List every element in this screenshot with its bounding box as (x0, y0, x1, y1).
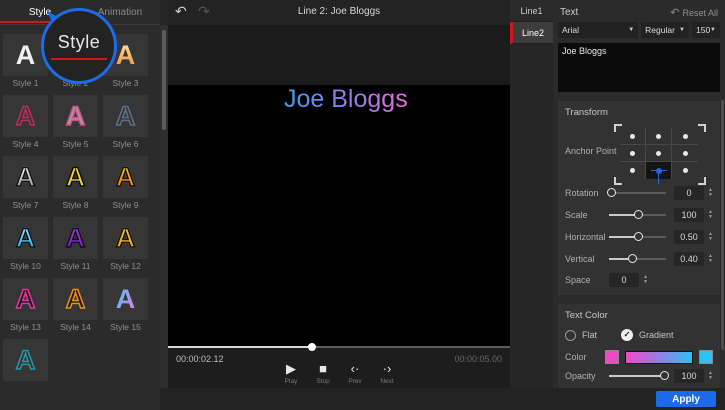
gradient-bar[interactable] (625, 351, 693, 364)
reset-all-button[interactable]: ↶Reset All (670, 6, 718, 19)
line-item-line2[interactable]: Line2 (510, 22, 553, 44)
vertical-slider[interactable] (609, 258, 666, 260)
style-tile[interactable]: A Style 15 (103, 272, 148, 333)
space-spinner[interactable] (643, 275, 648, 285)
opacity-row: Opacity 100 (565, 366, 713, 386)
scale-row: Scale 100 (565, 205, 713, 225)
inspector-title: Text (560, 7, 578, 18)
text-color-heading: Text Color (565, 310, 713, 321)
style-tile[interactable]: A Style 9 (103, 150, 148, 211)
anchor-top-left[interactable] (620, 128, 646, 145)
opacity-spinner[interactable] (708, 371, 713, 381)
reset-icon: ↶ (670, 7, 679, 19)
horizontal-value[interactable]: 0.50 (674, 230, 704, 244)
vertical-value[interactable]: 0.40 (674, 252, 704, 266)
vertical-row: Vertical 0.40 (565, 249, 713, 269)
scrollbar-thumb[interactable] (162, 30, 166, 130)
next-button[interactable]: ·› Next (378, 362, 396, 385)
style-tile[interactable]: A (3, 333, 48, 394)
preview-letterbox (168, 25, 510, 85)
scale-slider[interactable] (609, 214, 666, 216)
preview-text: Joe Bloggs (284, 85, 408, 114)
preview-area: ↶ ↷ Line 2: Joe Bloggs Joe Bloggs 00:00:… (168, 0, 510, 390)
opacity-slider[interactable] (609, 375, 666, 377)
playhead-handle[interactable] (308, 343, 316, 351)
style-tile[interactable]: A Style 14 (53, 272, 98, 333)
inspector-scrollbar[interactable] (721, 100, 724, 350)
preview-title: Line 2: Joe Bloggs (168, 6, 510, 17)
chevron-down-icon: ▼ (710, 27, 716, 33)
anchor-middle-right[interactable] (672, 145, 698, 162)
video-canvas (168, 85, 510, 347)
rotation-value[interactable]: 0 (674, 186, 704, 200)
bottom-bar: Apply (160, 388, 725, 410)
line-selector: Line1 Line2 (510, 0, 553, 390)
prev-button[interactable]: ‹· Prev (346, 362, 364, 385)
style-tile[interactable]: A Style 7 (3, 150, 48, 211)
timeline-track[interactable] (168, 346, 510, 348)
anchor-point-grid (620, 128, 700, 181)
gradient-start-swatch[interactable] (605, 350, 619, 364)
anchor-bottom-center[interactable] (646, 162, 672, 179)
transport-controls: ▶ Play ■ Stop ‹· Prev ·› Next (168, 362, 510, 385)
app-window: Style Animation A Style 1 A Style 2 A St… (0, 0, 725, 410)
opacity-value[interactable]: 100 (674, 369, 704, 383)
style-panel-scrollbar[interactable] (160, 25, 168, 390)
space-row: Space 0 (565, 271, 713, 289)
style-tile[interactable]: A Style 13 (3, 272, 48, 333)
scale-spinner[interactable] (708, 210, 713, 220)
anchor-bottom-right[interactable] (672, 162, 698, 179)
font-size-dropdown[interactable]: 150 ▼ (692, 22, 720, 38)
stop-icon: ■ (314, 362, 332, 376)
anchor-middle-left[interactable] (620, 145, 646, 162)
style-zoom-callout: Style (41, 8, 117, 84)
rotation-spinner[interactable] (708, 188, 713, 198)
text-input[interactable]: Joe Bloggs (558, 43, 720, 92)
scale-value[interactable]: 100 (674, 208, 704, 222)
horizontal-row: Horizontal 0.50 (565, 227, 713, 247)
preview-top-bar: ↶ ↷ Line 2: Joe Bloggs (168, 0, 510, 25)
flat-radio[interactable] (565, 330, 576, 341)
transform-section: Transform Anchor Point (558, 101, 720, 295)
play-button[interactable]: ▶ Play (282, 362, 300, 385)
anchor-middle-center[interactable] (646, 145, 672, 162)
anchor-point-label: Anchor Point (565, 128, 617, 181)
style-tile[interactable]: A Style 6 (103, 89, 148, 150)
font-style-dropdown[interactable]: Regular ▼ (641, 22, 689, 38)
space-value[interactable]: 0 (609, 273, 639, 287)
style-tile[interactable]: A Style 4 (3, 89, 48, 150)
rotation-slider[interactable] (609, 192, 666, 194)
chevron-down-icon: ▼ (628, 27, 634, 33)
style-tile[interactable]: A Style 8 (53, 150, 98, 211)
anchor-bottom-left[interactable] (620, 162, 646, 179)
horizontal-slider[interactable] (609, 236, 666, 238)
callout-underline (51, 58, 107, 60)
text-inspector: Text ↶Reset All Arial ▼ Regular ▼ 150 ▼ … (553, 0, 725, 388)
gradient-end-swatch[interactable] (699, 350, 713, 364)
anchor-top-right[interactable] (672, 128, 698, 145)
apply-button[interactable]: Apply (656, 391, 716, 407)
play-icon: ▶ (282, 362, 300, 376)
rotation-row: Rotation 0 (565, 183, 713, 203)
stop-button[interactable]: ■ Stop (314, 362, 332, 385)
horizontal-spinner[interactable] (708, 232, 713, 242)
style-panel: Style Animation A Style 1 A Style 2 A St… (0, 0, 160, 410)
vertical-spinner[interactable] (708, 254, 713, 264)
style-tile[interactable]: A Style 11 (53, 211, 98, 272)
style-tile[interactable]: A Style 12 (103, 211, 148, 272)
font-family-dropdown[interactable]: Arial ▼ (558, 22, 638, 38)
next-icon: ·› (378, 362, 396, 376)
timeline-progress (168, 346, 312, 348)
style-tile[interactable]: A Style 5 (53, 89, 98, 150)
chevron-down-icon: ▼ (679, 27, 685, 33)
line-item-line1[interactable]: Line1 (510, 0, 553, 22)
prev-icon: ‹· (346, 362, 364, 376)
gradient-radio-checked[interactable]: ✓ (621, 329, 633, 341)
transform-heading: Transform (565, 107, 713, 118)
anchor-top-center[interactable] (646, 128, 672, 145)
style-tile[interactable]: A Style 10 (3, 211, 48, 272)
